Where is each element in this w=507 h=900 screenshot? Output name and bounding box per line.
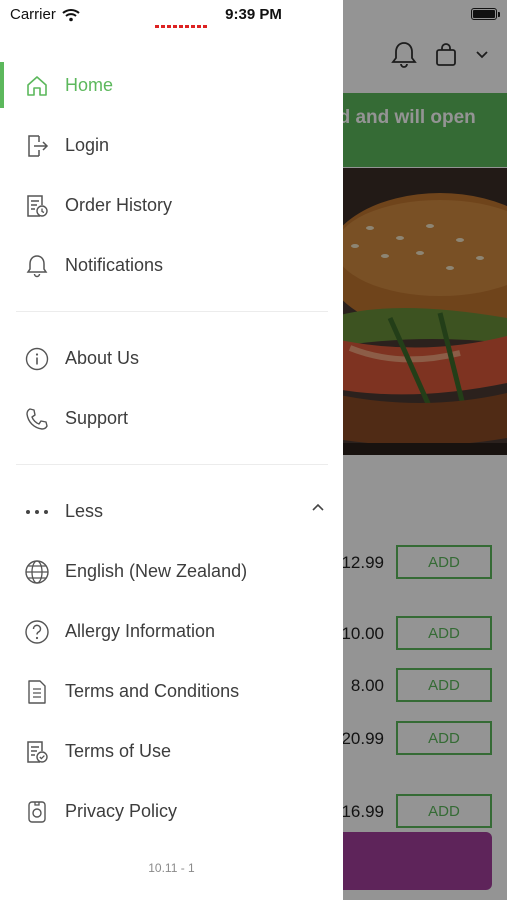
order-history-icon xyxy=(24,193,50,219)
menu-item-label: Privacy Policy xyxy=(65,800,178,821)
menu-divider xyxy=(16,311,328,312)
document-icon xyxy=(24,679,50,705)
home-icon xyxy=(24,73,50,99)
menu-item-label: Allergy Information xyxy=(65,620,216,641)
question-icon xyxy=(24,619,50,645)
phone-icon xyxy=(24,406,50,432)
menu-item-support[interactable]: Support xyxy=(0,395,343,441)
menu-item-label: About Us xyxy=(65,347,140,368)
menu-item-language[interactable]: English (New Zealand) xyxy=(0,548,343,594)
chevron-up-icon xyxy=(311,502,325,512)
bell-icon xyxy=(24,253,50,279)
login-icon xyxy=(24,133,50,159)
menu-item-allergy-information[interactable]: Allergy Information xyxy=(0,608,343,654)
menu-item-label: Notifications xyxy=(65,254,164,275)
menu-item-order-history[interactable]: Order History xyxy=(0,182,343,228)
navigation-drawer: Home Login Order History Notifications A… xyxy=(0,0,343,900)
menu-item-privacy-policy[interactable]: Privacy Policy xyxy=(0,788,343,834)
document-check-icon xyxy=(24,739,50,765)
menu-item-label: Terms of Use xyxy=(65,740,172,761)
menu-item-label: Support xyxy=(65,407,129,428)
app-version: 10.11 - 1 xyxy=(148,861,195,875)
menu-item-notifications[interactable]: Notifications xyxy=(0,242,343,288)
menu-item-terms-and-conditions[interactable]: Terms and Conditions xyxy=(0,668,343,714)
info-icon xyxy=(24,346,50,372)
menu-item-label: Less xyxy=(65,500,104,521)
active-indicator xyxy=(0,62,4,108)
privacy-icon xyxy=(24,799,50,825)
menu-item-terms-of-use[interactable]: Terms of Use xyxy=(0,728,343,774)
clock: 9:39 PM xyxy=(225,6,282,23)
menu-item-about-us[interactable]: About Us xyxy=(0,335,343,381)
status-bar: Carrier 9:39 PM xyxy=(0,0,507,30)
menu-divider xyxy=(16,464,328,465)
menu-item-login[interactable]: Login xyxy=(0,122,343,168)
menu-item-label: Home xyxy=(65,74,114,95)
menu-item-home[interactable]: Home xyxy=(0,62,343,108)
globe-icon xyxy=(24,559,50,585)
menu-item-label: Terms and Conditions xyxy=(65,680,240,701)
menu-item-label: English (New Zealand) xyxy=(65,560,248,581)
battery-icon xyxy=(471,8,500,20)
more-dots-icon xyxy=(24,499,50,525)
menu-item-label: Order History xyxy=(65,194,173,215)
menu-item-label: Login xyxy=(65,134,110,155)
menu-toggle-less[interactable]: Less xyxy=(0,488,343,534)
